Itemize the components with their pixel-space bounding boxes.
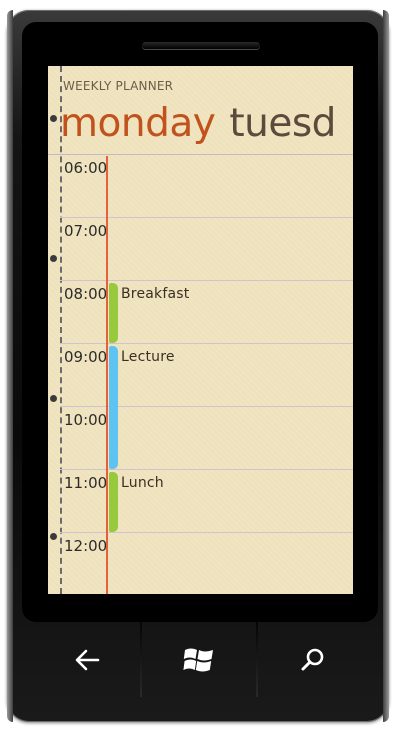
day-pivot: monday tuesd xyxy=(60,100,336,148)
event-color-bar xyxy=(109,283,118,343)
hour-label: 06:00 xyxy=(64,159,108,177)
app-title: WEEKLY PLANNER xyxy=(63,79,174,93)
phone-side-right xyxy=(383,10,389,722)
app-screen: WEEKLY PLANNER monday tuesd 06:00 07:00 08:… xyxy=(48,66,353,594)
hour-label: 12:00 xyxy=(64,537,108,555)
back-icon xyxy=(75,649,100,671)
binder-hole xyxy=(50,115,57,122)
hour-row[interactable]: 12:00 xyxy=(48,533,353,594)
margin-line xyxy=(106,156,108,594)
event-label: Breakfast xyxy=(121,286,190,302)
pivot-item-tuesday[interactable]: tuesd xyxy=(229,101,336,146)
nav-divider xyxy=(256,622,258,697)
hour-label: 08:00 xyxy=(64,285,108,303)
back-button[interactable] xyxy=(57,635,117,685)
event-label: Lecture xyxy=(121,349,175,365)
hour-label: 07:00 xyxy=(64,222,108,240)
event-breakfast[interactable]: Breakfast xyxy=(109,283,349,343)
pivot-item-monday[interactable]: monday xyxy=(60,101,216,146)
event-color-bar xyxy=(109,472,118,532)
search-button[interactable] xyxy=(283,635,343,685)
event-lecture[interactable]: Lecture xyxy=(109,346,349,469)
hour-label: 11:00 xyxy=(64,474,108,492)
windows-start-icon xyxy=(183,648,213,672)
search-icon xyxy=(301,648,324,671)
hour-row[interactable]: 06:00 xyxy=(48,155,353,218)
nav-divider xyxy=(140,622,142,697)
hour-label: 10:00 xyxy=(64,411,108,429)
event-lunch[interactable]: Lunch xyxy=(109,472,349,532)
event-label: Lunch xyxy=(121,475,164,491)
phone-side-left xyxy=(7,10,13,722)
event-color-bar xyxy=(109,346,118,469)
earpiece-speaker xyxy=(142,42,260,49)
hour-row[interactable]: 07:00 xyxy=(48,218,353,281)
hour-label: 09:00 xyxy=(64,348,108,366)
start-button[interactable] xyxy=(169,635,229,685)
